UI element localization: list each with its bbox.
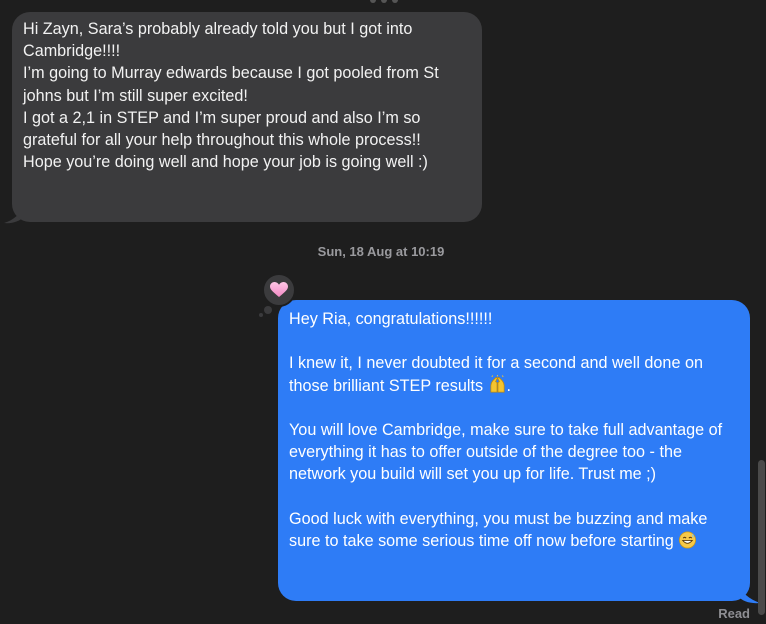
incoming-message-line: I got a 2,1 in STEP and I’m super proud … [23,108,425,150]
read-receipt: Read [718,606,750,621]
incoming-message-line: Hope you’re doing well and hope your job… [23,153,428,172]
incoming-message-bubble[interactable]: Hi Zayn, Sara’s probably already told yo… [12,12,482,222]
outgoing-paragraph-3-text: Good luck with everything, you must be b… [289,509,712,551]
tapback-tail-dot [264,306,272,314]
raised-hands-icon [490,374,505,393]
outgoing-message-bubble[interactable]: Hey Ria, congratulations!!!!!! ​ I knew … [278,300,750,601]
outgoing-spacer: ​ [289,397,738,419]
incoming-message-line: Hi Zayn, Sara’s probably already told yo… [23,20,417,61]
tapback-reaction[interactable] [262,273,296,307]
typing-indicator-partial [370,0,400,3]
scrollbar-thumb[interactable] [758,460,765,615]
tapback-tail-dot [259,313,263,317]
outgoing-paragraph-3: Good luck with everything, you must be b… [289,508,738,552]
incoming-message-line: I’m going to Murray edwards because I go… [23,64,444,105]
outgoing-spacer: ​ [289,486,738,508]
grinning-sweat-icon [679,531,697,549]
outgoing-paragraph-1-end: . [506,376,512,395]
message-timestamp: Sun, 18 Aug at 10:19 [317,244,445,259]
outgoing-spacer: ​ [289,330,738,352]
heart-icon [270,282,288,297]
message-thread: Hi Zayn, Sara’s probably already told yo… [0,0,766,624]
outgoing-paragraph-1: I knew it, I never doubted it for a seco… [289,352,738,396]
outgoing-paragraph-2: You will love Cambridge, make sure to ta… [289,421,727,484]
outgoing-greeting: Hey Ria, congratulations!!!!!! [289,310,493,328]
